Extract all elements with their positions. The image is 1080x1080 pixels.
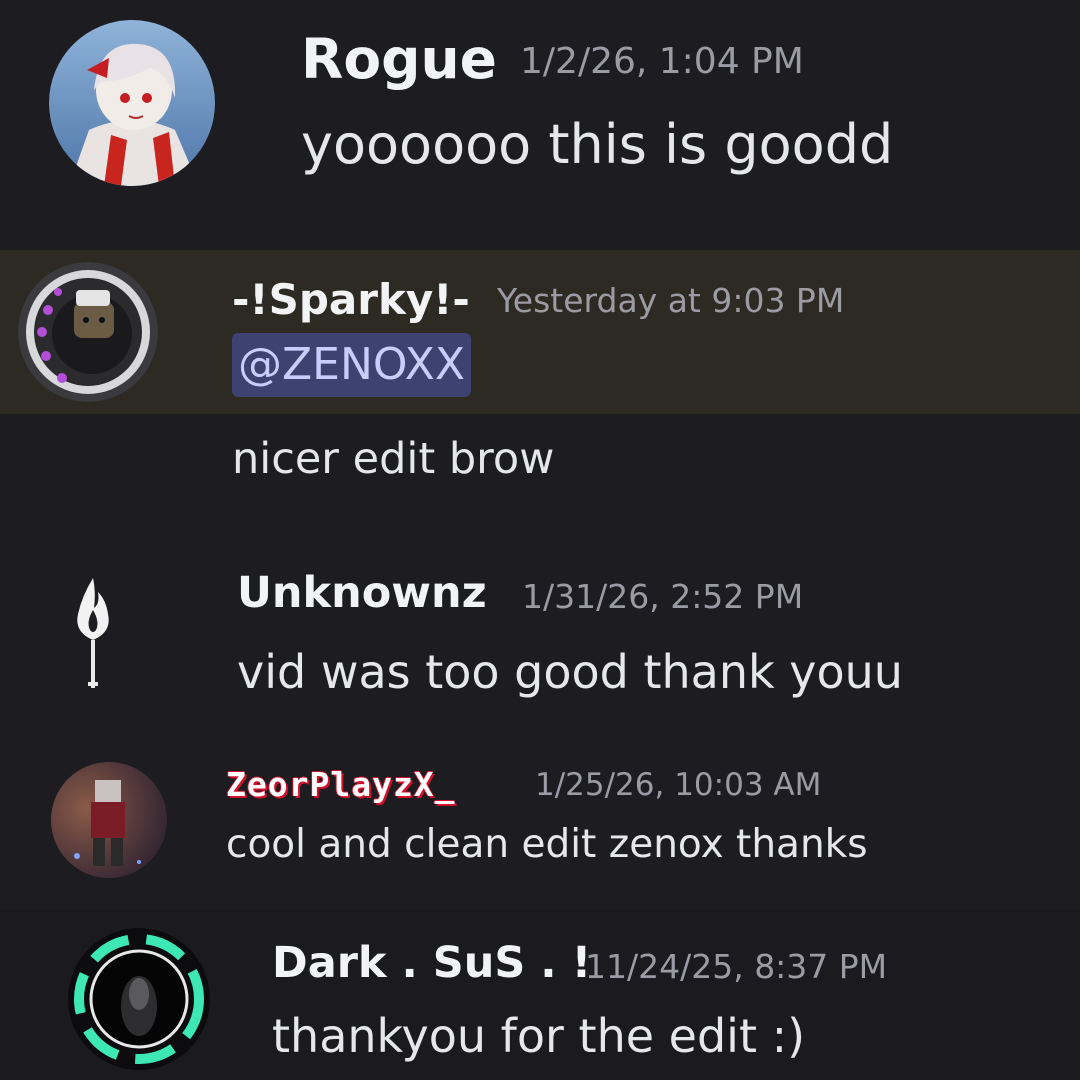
roblox-character-avatar-icon bbox=[51, 762, 167, 878]
mention-highlight-row bbox=[0, 250, 1080, 414]
message-username[interactable]: Rogue bbox=[301, 32, 497, 87]
message-timestamp: Yesterday at 9:03 PM bbox=[497, 281, 845, 320]
message-text: nicer edit brow bbox=[232, 434, 555, 484]
message-text: thankyou for the edit :) bbox=[272, 1009, 806, 1063]
message-username[interactable]: Dark . SuS . ! bbox=[272, 942, 591, 985]
message-text: cool and clean edit zenox thanks bbox=[226, 822, 868, 867]
message-timestamp: 1/31/26, 2:52 PM bbox=[522, 577, 804, 616]
user-mention[interactable]: @ZENOXX bbox=[232, 333, 471, 397]
avatar-unknownz[interactable] bbox=[60, 570, 126, 696]
message-timestamp: 11/24/25, 8:37 PM bbox=[585, 947, 888, 986]
anime-character-avatar-icon bbox=[49, 20, 215, 186]
message-timestamp: 1/2/26, 1:04 PM bbox=[520, 41, 804, 82]
message-text: yoooooo this is goodd bbox=[301, 113, 894, 176]
avatar-sparky[interactable] bbox=[18, 262, 158, 402]
message-text: vid was too good thank youu bbox=[237, 645, 903, 699]
message-username[interactable]: Unknownz bbox=[237, 572, 487, 615]
dark-portal-avatar-icon bbox=[68, 928, 210, 1070]
chat-message-list: Rogue 1/2/26, 1:04 PM yoooooo this is go… bbox=[0, 0, 1080, 1080]
message-username[interactable]: -!Sparky!- bbox=[232, 279, 470, 321]
message-timestamp: 1/25/26, 10:03 AM bbox=[535, 767, 822, 803]
avatar-rogue[interactable] bbox=[49, 20, 215, 186]
avatar-zeorplayzx[interactable] bbox=[51, 762, 167, 878]
message-username[interactable]: ZeorPlayzX_ bbox=[226, 768, 456, 801]
hooded-character-avatar-icon bbox=[18, 262, 158, 402]
flame-key-avatar-icon bbox=[77, 578, 109, 688]
avatar-dark-sus[interactable] bbox=[68, 928, 210, 1070]
